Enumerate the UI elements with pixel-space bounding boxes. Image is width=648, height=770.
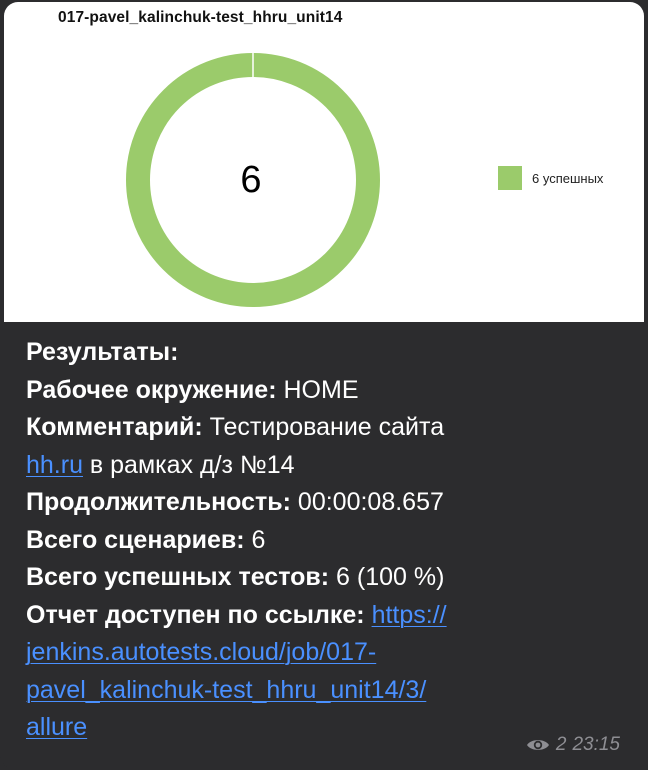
legend-swatch <box>498 166 522 190</box>
hh-ru-link[interactable]: hh.ru <box>26 451 83 479</box>
results-heading: Результаты: <box>26 338 179 366</box>
chart-image[interactable]: 017-pavel_kalinchuk-test_hhru_unit14 6 6… <box>4 2 644 322</box>
report-line: Отчет доступен по ссылке: https:// <box>26 600 447 629</box>
report-link-part-3[interactable]: pavel_kalinchuk-test_hhru_unit14/3/ <box>26 676 426 704</box>
report-link-line-2: jenkins.autotests.cloud/job/017- <box>26 634 626 672</box>
message-time: 23:15 <box>572 734 620 755</box>
duration-line: Продолжительность: 00:00:08.657 <box>26 488 444 516</box>
message-bubble: 017-pavel_kalinchuk-test_hhru_unit14 6 6… <box>0 0 648 770</box>
report-link-part-2[interactable]: jenkins.autotests.cloud/job/017- <box>26 638 376 666</box>
chart-legend: 6 успешных <box>498 166 603 190</box>
legend-label: 6 успешных <box>532 170 604 186</box>
environment-line: Рабочее окружение: HOME <box>26 375 359 404</box>
report-link-part-1[interactable]: https:// <box>372 601 447 629</box>
message-text: Результаты: Рабочее окружение: HOME Комм… <box>26 334 626 747</box>
comment-line-2: hh.ru в рамках д/з №14 <box>26 450 295 479</box>
comment-line: Комментарий: Тестирование сайта <box>26 413 445 441</box>
message-meta: 2 23:15 <box>526 734 620 756</box>
donut-chart: 6 <box>126 52 380 307</box>
report-link-line-3: pavel_kalinchuk-test_hhru_unit14/3/ <box>26 672 626 710</box>
donut-center-value: 6 <box>240 159 261 201</box>
passed-line: Всего успешных тестов: 6 (100 %) <box>26 563 445 591</box>
scenarios-line: Всего сценариев: 6 <box>26 525 266 554</box>
report-link-part-4[interactable]: allure <box>26 713 87 741</box>
view-count: 2 <box>555 734 567 755</box>
eye-icon <box>526 737 550 753</box>
